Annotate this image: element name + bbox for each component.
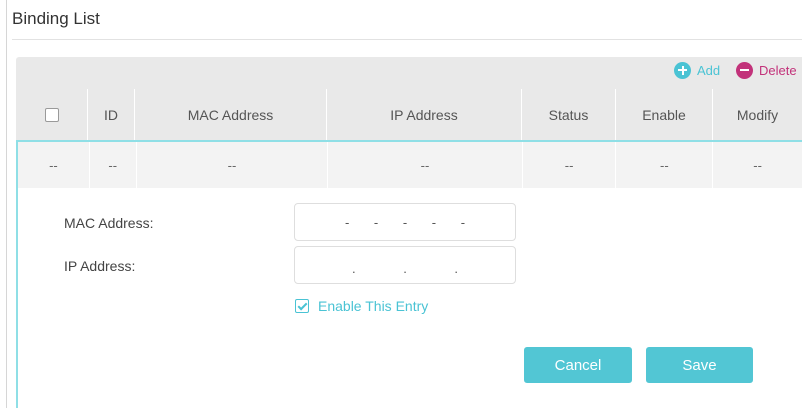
column-header-ip-address: IP Address — [327, 89, 522, 140]
delete-button[interactable]: Delete — [736, 60, 797, 80]
column-header-modify: Modify — [736, 106, 779, 123]
cell-modify: -- — [753, 157, 762, 173]
enable-entry-checkbox[interactable]: Enable This Entry — [295, 298, 428, 314]
plus-circle-icon — [674, 61, 691, 79]
cell-ip-address: -- — [328, 142, 523, 188]
ip-address-label: IP Address: — [64, 258, 136, 274]
cell-mac-address: -- — [137, 142, 329, 188]
section-title: Binding List — [12, 9, 100, 28]
ip-address-input[interactable]: . . . — [294, 246, 516, 284]
delete-button-label: Delete — [759, 62, 797, 78]
column-header-enable: Enable — [616, 89, 713, 140]
cell-enable: -- — [616, 142, 714, 188]
select-all-checkbox[interactable] — [44, 107, 59, 122]
table-header: ID MAC Address IP Address Status Enable … — [16, 89, 802, 140]
enable-entry-label: Enable This Entry — [318, 298, 429, 314]
cell-select: -- — [18, 142, 90, 188]
mac-address-input[interactable]: - - - - - — [294, 203, 516, 241]
divider — [12, 39, 802, 40]
column-header-id: ID — [88, 89, 135, 140]
cell-id: -- — [90, 142, 137, 188]
mac-address-label: MAC Address: — [64, 215, 154, 231]
checkbox-checked-icon — [295, 299, 309, 313]
column-header-mac-address: MAC Address — [135, 89, 327, 140]
save-button[interactable]: Save — [646, 347, 753, 383]
cancel-button[interactable]: Cancel — [524, 347, 632, 383]
add-button-label: Add — [697, 62, 721, 78]
cell-status: -- — [523, 142, 617, 188]
minus-circle-icon — [736, 61, 753, 79]
table-row: -- -- -- -- -- -- -- — [16, 140, 802, 188]
header-select-all — [16, 89, 88, 140]
column-header-status: Status — [522, 89, 616, 140]
add-button[interactable]: Add — [674, 60, 720, 80]
table-toolbar: Add Delete — [16, 57, 802, 89]
